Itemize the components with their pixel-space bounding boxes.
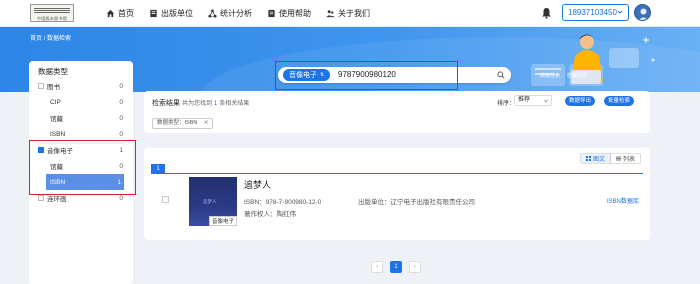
view-image-text-button[interactable]: 图文 [581, 154, 611, 163]
breadcrumb-home[interactable]: 首页 [30, 36, 42, 42]
nav-statistics-label: 统计分析 [220, 9, 252, 18]
site-logo[interactable]: 中国版本图书馆 [30, 4, 74, 22]
results-summary-prefix: 共为您找到 [181, 101, 212, 107]
sidebar-item-count: 0 [119, 82, 123, 90]
sidebar-item-count: 0 [119, 130, 123, 138]
sidebar-item-label: 图书 [47, 84, 60, 91]
checkbox[interactable] [38, 195, 44, 201]
sidebar-highlight-box [29, 140, 136, 195]
view-list-label: 列表 [622, 157, 635, 163]
bell-icon[interactable] [541, 7, 552, 19]
book-title[interactable]: 追梦人 [244, 178, 271, 191]
logo-text: 中国版本图书馆 [36, 16, 68, 21]
view-toggle: 图文 列表 [580, 153, 641, 164]
results-count: 1 [213, 101, 218, 107]
cover-title: 追梦人 [203, 199, 217, 204]
nav-about-label: 关于我们 [338, 9, 370, 18]
item-checkbox[interactable] [162, 196, 169, 203]
book-publisher: 出版单位：辽宁电子出版社有限责任公司 [358, 199, 475, 206]
user-account-dropdown[interactable]: 18937103450 [562, 4, 629, 21]
sidebar-item-books[interactable]: 图书 0 [29, 78, 133, 94]
sidebar-item-label: ISBN [50, 130, 66, 138]
filter-chip: 数据类型：ISBN ✕ [152, 118, 214, 129]
nav-help[interactable]: 使用帮助 [267, 8, 311, 19]
nav-help-label: 使用帮助 [279, 9, 311, 18]
results-title-text: 检索结果 [152, 100, 180, 107]
person-laptop-illustration [531, 34, 655, 86]
cover-image[interactable]: 追梦人 音像电子 [189, 177, 237, 226]
breadcrumb: 首页 / 数据检索 [30, 33, 71, 42]
search-icon[interactable] [497, 71, 505, 79]
sidebar-item-count: 0 [119, 114, 123, 122]
nav-statistics[interactable]: 统计分析 [208, 8, 252, 19]
sidebar-item-collection[interactable]: 馆藏 0 [29, 110, 133, 126]
sidebar-item-count: 0 [119, 98, 123, 106]
checkbox[interactable] [38, 83, 44, 89]
sort-label: 排序： [497, 101, 516, 107]
book-copyright-holder: 著作权人：陶红伟 [244, 211, 296, 218]
sort-value: 推荐 [518, 97, 531, 103]
people-icon [326, 10, 335, 18]
avatar[interactable] [634, 4, 651, 21]
view-image-text-label: 图文 [592, 157, 605, 163]
nav-home-label: 首页 [118, 9, 134, 18]
isbn-database-link[interactable]: ISBN数据库 [607, 196, 639, 205]
network-icon [208, 9, 217, 18]
main-nav: 首页 出版单位 统计分析 使用帮助 关于我们 [106, 0, 385, 27]
divider [151, 173, 643, 174]
breadcrumb-current: 数据检索 [47, 36, 72, 42]
search-highlight-box [275, 61, 458, 90]
prev-page-button[interactable]: ‹ [371, 261, 383, 273]
batch-search-button[interactable]: 批量检索 [604, 96, 635, 106]
filter-chip-label: 数据类型：ISBN [157, 120, 198, 126]
results-title: 检索结果 共为您找到 1 条相关结果 [152, 98, 249, 108]
result-card: 图文 列表 1 追梦人 音像电子 追梦人 ISBN：978-7-900980-1… [144, 148, 650, 240]
close-icon[interactable]: ✕ [204, 120, 209, 126]
pagination: ‹ 1 › [371, 261, 428, 273]
nav-publishers-label: 出版单位 [161, 9, 193, 18]
cover-type-badge: 音像电子 [208, 216, 237, 226]
nav-about[interactable]: 关于我们 [326, 8, 370, 19]
chevron-down-icon [617, 10, 623, 14]
sidebar-item-cip[interactable]: CIP 0 [29, 94, 133, 110]
sidebar-item-label: 馆藏 [50, 116, 63, 123]
page-1-button[interactable]: 1 [390, 261, 402, 273]
breadcrumb-separator: / [43, 36, 46, 42]
sidebar-item-label: CIP [50, 98, 61, 106]
sort-select[interactable]: 推荐 [514, 95, 552, 106]
user-phone: 18937103450 [568, 8, 617, 17]
nav-publishers[interactable]: 出版单位 [149, 8, 193, 19]
grid-icon [585, 156, 591, 161]
search-history-link[interactable]: 检索历史 [567, 72, 587, 79]
nav-home[interactable]: 首页 [106, 8, 134, 19]
book-isbn: ISBN：978-7-900980-12-0 [244, 199, 322, 206]
view-list-button[interactable]: 列表 [611, 154, 640, 163]
list-icon [615, 156, 621, 161]
data-export-button[interactable]: 数据导出 [565, 96, 596, 106]
results-summary-suffix: 条相关结果 [219, 101, 250, 107]
sidebar-item-count: 0 [119, 194, 123, 202]
chevron-down-icon [544, 99, 548, 103]
results-header: 检索结果 共为您找到 1 条相关结果 排序： 推荐 数据导出 批量检索 数据类型… [144, 91, 650, 133]
book-icon [150, 9, 157, 18]
sidebar-title: 数据类型 [38, 67, 68, 76]
next-page-button[interactable]: › [409, 261, 421, 273]
document-icon [268, 9, 275, 18]
top-navbar: 中国版本图书馆 首页 出版单位 统计分析 使用帮助 关于我们 189371034… [0, 0, 700, 27]
advanced-search-link[interactable]: 高级检索 [540, 72, 560, 79]
home-icon [106, 9, 115, 18]
